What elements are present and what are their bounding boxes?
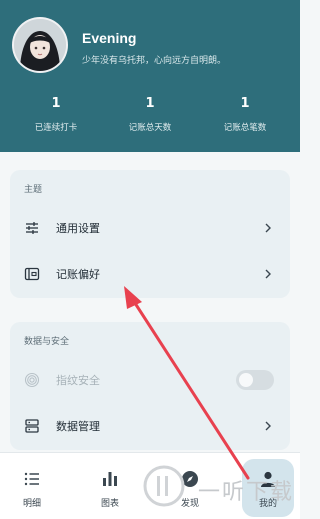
list-icon [24, 472, 39, 486]
row-label: 指纹安全 [56, 374, 100, 387]
section-title: 主题 [24, 185, 43, 195]
stat-total-days: 1 记账总天数 [100, 96, 200, 133]
accounting-preferences-row[interactable]: 记账偏好 [10, 254, 290, 294]
stat-checkin-streak: 1 已连续打卡 [6, 96, 106, 133]
chevron-right-icon [265, 269, 271, 279]
bar-chart-icon [103, 472, 117, 486]
nav-label: 明细 [22, 499, 41, 509]
nav-label: 图表 [100, 499, 119, 509]
database-icon [25, 419, 39, 433]
fingerprint-toggle[interactable] [236, 370, 274, 390]
stat-value: 1 [51, 96, 61, 111]
profile-header: Evening 少年没有乌托邦，心向远方自明朗。 1 已连续打卡 1 记账总天数… [0, 0, 300, 152]
username: Evening [82, 30, 137, 46]
profile-motto: 少年没有乌托邦，心向远方自明朗。 [82, 56, 227, 66]
stat-total-entries: 1 记账总笔数 [195, 96, 295, 133]
fingerprint-security-row[interactable]: 指纹安全 [10, 360, 290, 400]
stat-value: 1 [145, 96, 155, 111]
section-title: 数据与安全 [24, 337, 70, 347]
nav-tab-details[interactable]: 明细 [2, 453, 62, 519]
sliders-icon [26, 222, 38, 234]
avatar[interactable] [12, 17, 68, 73]
stat-label: 已连续打卡 [34, 123, 78, 133]
data-management-row[interactable]: 数据管理 [10, 406, 290, 446]
watermark: 一听下载 [138, 454, 300, 518]
avatar-image [14, 19, 66, 71]
chevron-right-icon [265, 421, 271, 431]
fingerprint-icon [24, 372, 40, 388]
stat-value: 1 [240, 96, 250, 111]
data-security-section-card: 数据与安全 指纹安全 数据管理 [10, 322, 290, 450]
general-settings-row[interactable]: 通用设置 [10, 208, 290, 248]
chevron-right-icon [265, 223, 271, 233]
toggle-knob [239, 373, 253, 387]
row-label: 数据管理 [56, 420, 100, 433]
watermark-text: 一听下载 [198, 480, 295, 505]
stat-label: 记账总天数 [128, 123, 172, 133]
nav-tab-charts[interactable]: 图表 [80, 453, 140, 519]
row-label: 通用设置 [56, 222, 100, 235]
theme-section-card: 主题 通用设置 记账偏好 [10, 170, 290, 298]
stat-label: 记账总笔数 [223, 123, 267, 133]
row-label: 记账偏好 [56, 268, 100, 281]
wallet-icon [24, 267, 40, 281]
watermark-logo-icon [143, 465, 185, 507]
